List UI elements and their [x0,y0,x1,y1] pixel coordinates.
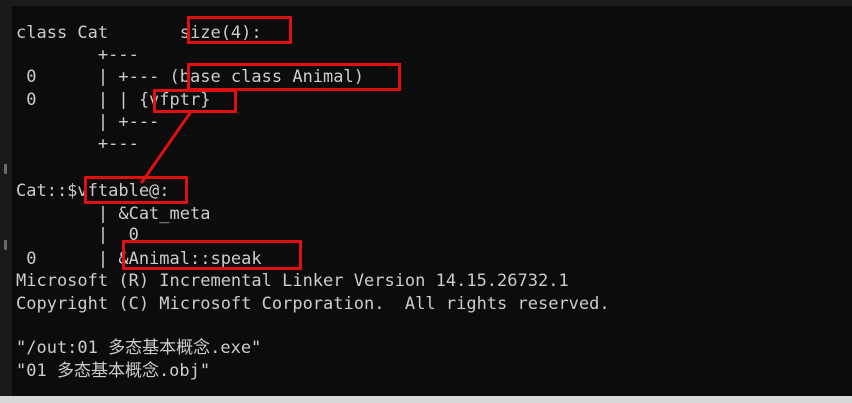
editor-gutter [0,0,12,403]
highlight-box-base-class [187,63,401,91]
console-line-linker: Microsoft (R) Incremental Linker Version… [16,271,569,291]
console-line-copyright: Copyright (C) Microsoft Corporation. All… [16,294,610,314]
console-line-meta-offset: | 0 [16,225,139,245]
console-line-out-exe: "/out:01 多态基本概念.exe" [16,338,262,358]
gutter-marker [4,240,7,250]
highlight-box-size [187,16,292,44]
console-line-tree-top: +--- [16,45,139,65]
console-window[interactable]: class Cat size(4): +--- 0 | +--- (base c… [0,0,852,403]
gutter-marker [4,164,7,174]
console-line-tree-bottom: +--- [16,134,139,154]
console-line-tree-inner: | +--- [16,112,160,132]
highlight-box-speak [122,240,302,270]
console-line-obj: "01 多态基本概念.obj" [16,361,211,381]
highlight-box-vftable [84,176,188,204]
window-top-strip [0,0,852,6]
window-bottom-strip [0,396,852,403]
console-line-cat-meta: | &Cat_meta [16,204,211,224]
highlight-box-vfptr [153,89,237,113]
